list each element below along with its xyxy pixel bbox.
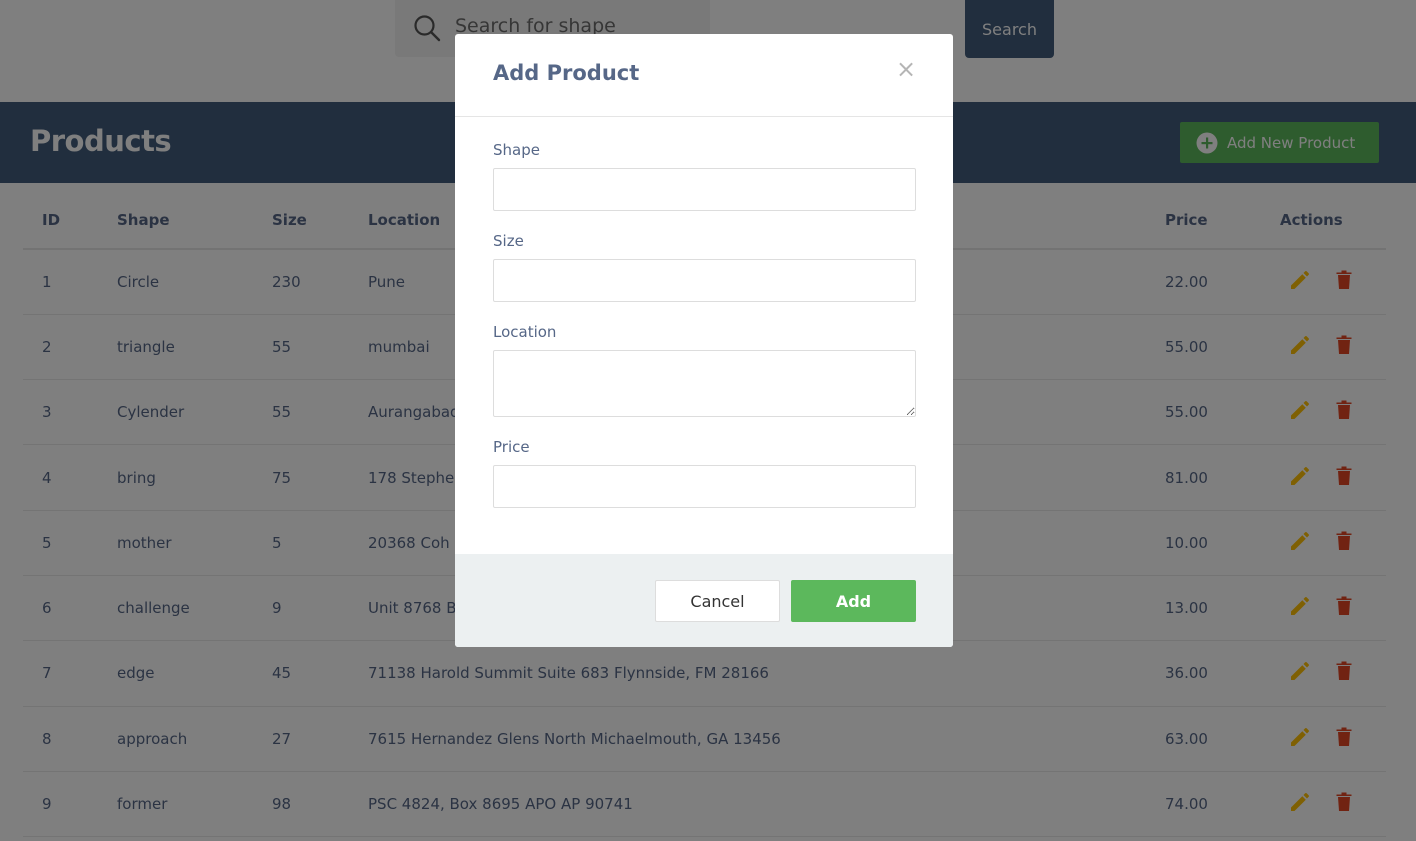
modal-header: Add Product × [455,34,953,117]
size-label: Size [493,232,524,250]
modal-body: Shape Size Location Price [455,117,953,508]
location-textarea[interactable] [493,350,916,417]
add-product-modal: Add Product × Shape Size Location Price … [455,34,953,647]
modal-title: Add Product [493,61,640,85]
shape-label: Shape [493,141,540,159]
size-field-group: Size [493,232,916,302]
cancel-button[interactable]: Cancel [655,580,780,622]
location-field-group: Location [493,323,916,417]
add-button[interactable]: Add [791,580,916,622]
size-input[interactable] [493,259,916,302]
price-input[interactable] [493,465,916,508]
shape-field-group: Shape [493,141,916,211]
location-label: Location [493,323,557,341]
modal-footer: Cancel Add [455,554,953,647]
price-field-group: Price [493,438,916,508]
shape-input[interactable] [493,168,916,211]
close-icon[interactable]: × [895,56,917,82]
price-label: Price [493,438,530,456]
